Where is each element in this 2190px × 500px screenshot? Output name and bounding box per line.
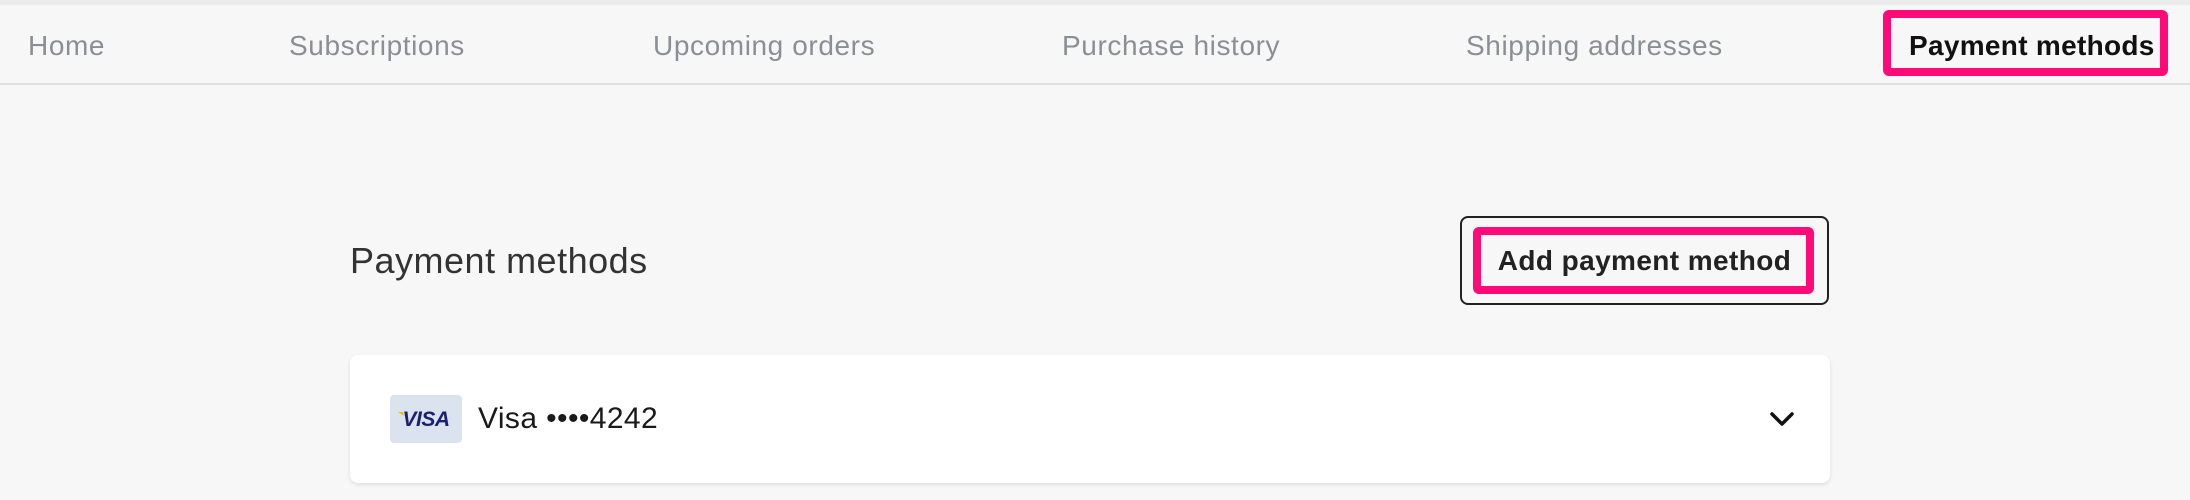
nav-item-subscriptions[interactable]: Subscriptions [289,6,465,85]
page-title: Payment methods [350,240,648,281]
nav-item-shipping-addresses[interactable]: Shipping addresses [1466,6,1723,85]
page: Home Subscriptions Upcoming orders Purch… [0,0,2190,500]
top-navigation: Home Subscriptions Upcoming orders Purch… [0,6,2190,85]
highlight-box-nav-payment-methods [1883,10,2168,76]
top-divider [0,0,2190,5]
add-payment-method-button[interactable]: Add payment method [1460,216,1829,305]
payment-method-label: Visa ••••4242 [478,402,659,435]
nav-item-purchase-history[interactable]: Purchase history [1062,6,1280,85]
chevron-down-icon[interactable] [1768,405,1796,433]
payment-method-card[interactable]: VISA Visa ••••4242 [350,355,1830,483]
nav-item-upcoming-orders[interactable]: Upcoming orders [653,6,875,85]
visa-brand-text: VISA [402,408,449,431]
add-payment-method-label: Add payment method [1497,245,1792,276]
nav-item-home[interactable]: Home [28,6,105,85]
visa-card-icon: VISA [390,395,462,443]
